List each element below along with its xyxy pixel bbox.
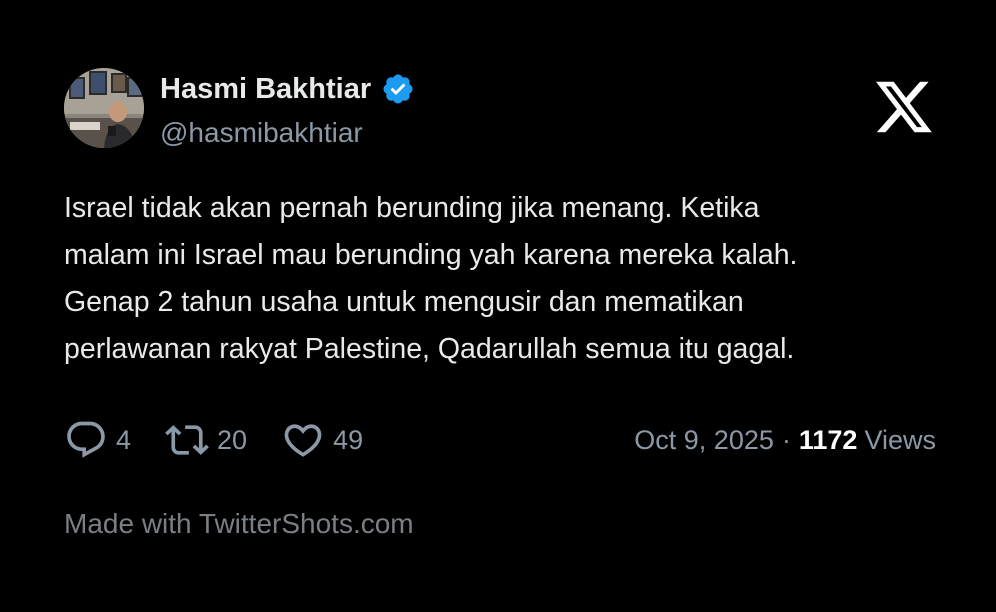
tweet-date[interactable]: Oct 9, 2025: [634, 425, 774, 456]
engagement-stats: 4 20 49: [64, 418, 397, 462]
avatar[interactable]: [64, 68, 144, 148]
like-count: 49: [333, 424, 364, 455]
tweet-text-line: Genap 2 tahun usaha untuk mengusir dan m…: [64, 286, 744, 318]
repost-count: 20: [217, 424, 248, 455]
tweet-text-line: Israel tidak akan pernah berunding jika …: [64, 192, 760, 224]
meta-separator: ·: [781, 424, 791, 455]
repost-icon: [165, 425, 209, 455]
views-count: 1172: [798, 424, 858, 455]
tweet-text: Israel tidak akan pernah berunding jika …: [64, 185, 944, 373]
heart-icon: [284, 424, 322, 457]
profile-photo: [64, 68, 144, 148]
like-button[interactable]: 49: [281, 418, 363, 462]
verified-badge-icon: [381, 72, 415, 106]
reply-count: 4: [116, 424, 132, 455]
author-handle[interactable]: @hasmibakhtiar: [160, 117, 363, 149]
tweet-text-line: perlawanan rakyat Palestine, Qadarullah …: [64, 333, 795, 365]
tweet-meta: Oct 9, 2025 · 1172 Views: [634, 418, 936, 462]
reply-icon: [67, 421, 105, 458]
x-logo-icon[interactable]: [876, 80, 932, 134]
reply-button[interactable]: 4: [64, 418, 131, 462]
author-name-row: Hasmi Bakhtiar: [160, 70, 415, 108]
views-label: Views: [864, 424, 936, 455]
repost-button[interactable]: 20: [165, 418, 247, 462]
tweet-text-line: malam ini Israel mau berunding yah karen…: [64, 239, 798, 271]
footer-credit[interactable]: Made with TwitterShots.com: [64, 508, 414, 540]
author-name[interactable]: Hasmi Bakhtiar: [160, 73, 371, 106]
tweet-card: Hasmi Bakhtiar @hasmibakhtiar Israel tid…: [0, 0, 996, 612]
